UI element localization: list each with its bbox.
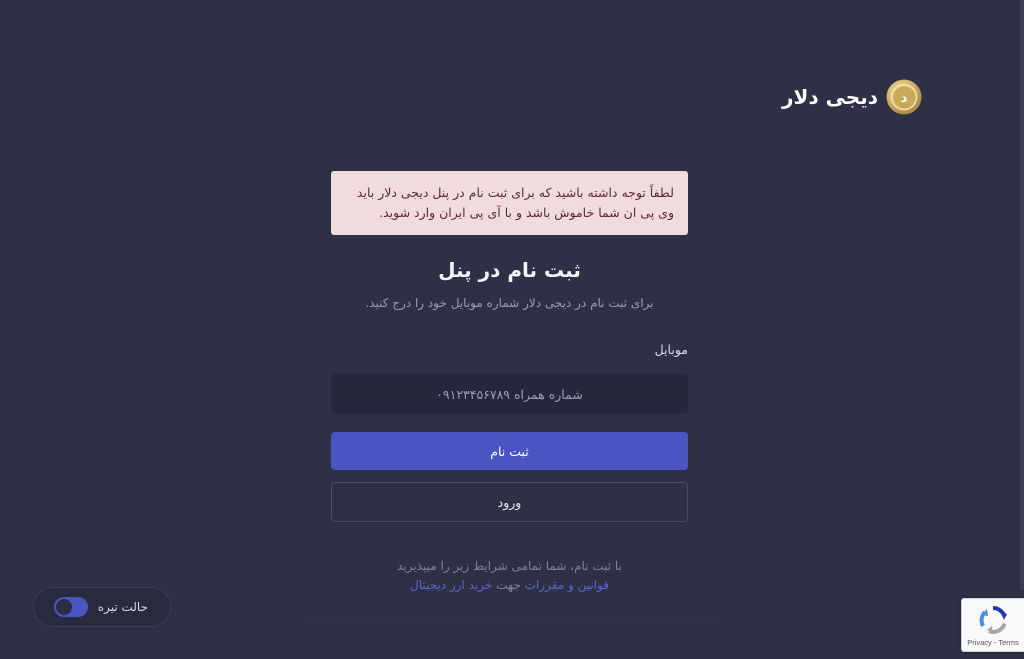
footer-divider xyxy=(303,621,719,624)
alert-line-2: وی پی ان شما خاموش باشد و با آی پی ایران… xyxy=(379,205,674,220)
mobile-input[interactable] xyxy=(331,374,688,414)
vpn-warning-alert: لطفاً توجه داشته باشید که برای ثبت نام د… xyxy=(331,171,688,235)
login-button[interactable]: ورود xyxy=(331,482,688,522)
dark-mode-switch[interactable] xyxy=(54,597,88,617)
terms-notice: با ثبت نام، شما تمامی شرایط زیر را میپذی… xyxy=(331,557,688,595)
recaptcha-badge[interactable]: Privacy - Terms xyxy=(961,598,1024,652)
dark-mode-toggle[interactable]: حالت تیره xyxy=(33,587,171,627)
register-page: دیجی دلار د لطفاً توجه داشته باشید که بر… xyxy=(0,0,1024,659)
alert-line-1: لطفاً توجه داشته باشید که برای ثبت نام د… xyxy=(356,185,674,200)
terms-crypto-link[interactable]: خرید ارز دیجیتال xyxy=(410,578,492,592)
register-button[interactable]: ثبت نام xyxy=(331,432,688,470)
switch-knob xyxy=(56,599,72,615)
brand-logo[interactable]: دیجی دلار د xyxy=(782,77,922,117)
terms-middle-text: جهت xyxy=(492,578,525,592)
terms-line-2: قوانین و مقررات جهت خرید ارز دیجیتال xyxy=(331,576,688,595)
mobile-label: موبایل xyxy=(654,342,688,357)
coin-glyph: د xyxy=(901,91,908,106)
recaptcha-links[interactable]: Privacy - Terms xyxy=(967,638,1019,647)
dark-mode-label: حالت تیره xyxy=(97,600,148,614)
page-title: ثبت نام در پنل xyxy=(438,258,581,282)
terms-line-1: با ثبت نام، شما تمامی شرایط زیر را میپذی… xyxy=(397,559,622,573)
terms-rules-link[interactable]: قوانین و مقررات xyxy=(525,578,609,592)
page-subtitle: برای ثبت نام در دیجی دلار شماره موبایل خ… xyxy=(365,296,654,310)
brand-name: دیجی دلار xyxy=(781,85,878,109)
scrollbar[interactable] xyxy=(1020,0,1024,590)
recaptcha-icon xyxy=(979,605,1007,634)
coin-icon: د xyxy=(886,79,922,115)
